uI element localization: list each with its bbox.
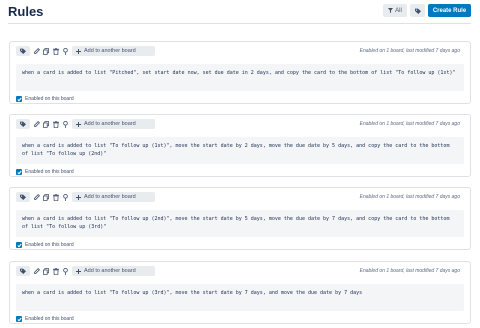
rule-tag-button[interactable] [16,119,30,129]
plus-icon [76,268,81,274]
pin-icon[interactable] [62,267,69,275]
rule-tag-button[interactable] [16,192,30,202]
enabled-label: Enabled on this board [25,316,74,322]
rule-meta: Enabled on 1 board, last modified 7 days… [359,121,460,127]
add-to-board-label: Add to another board [84,268,136,274]
check-icon [16,170,22,175]
rule-meta: Enabled on 1 board, last modified 7 days… [359,194,460,200]
rule-card-3: Add to another board Enabled on 1 board,… [9,187,471,250]
page-title: Rules [8,4,44,19]
plus-icon [76,194,81,200]
plus-icon [76,121,81,127]
filter-icon [388,8,394,13]
rule-card-1: Add to another board Enabled on 1 board,… [9,41,471,104]
enabled-toggle[interactable]: Enabled on this board [16,241,74,249]
rule-description: when a card is added to list "To follow … [16,284,464,311]
enabled-label: Enabled on this board [25,242,74,248]
enabled-label: Enabled on this board [25,96,74,102]
enabled-label: Enabled on this board [25,169,74,175]
copy-icon[interactable] [42,47,49,55]
check-icon [16,243,22,248]
rule-toolbar: Add to another board Enabled on 1 board,… [10,188,470,204]
rule-meta: Enabled on 1 board, last modified 7 days… [359,48,460,54]
add-to-board-label: Add to another board [84,48,136,54]
header-divider [8,23,471,24]
edit-icon[interactable] [33,193,40,201]
rule-toolbar: Add to another board Enabled on 1 board,… [10,262,470,278]
enabled-checkbox[interactable] [16,316,22,322]
enabled-toggle[interactable]: Enabled on this board [16,95,74,103]
delete-icon[interactable] [52,193,59,201]
edit-icon[interactable] [33,267,40,275]
tag-icon [20,194,26,200]
pin-icon[interactable] [62,47,69,55]
pin-icon[interactable] [62,193,69,201]
add-to-board-button[interactable]: Add to another board [72,266,155,276]
tag-icon [20,48,26,54]
delete-icon[interactable] [52,267,59,275]
enabled-toggle[interactable]: Enabled on this board [16,168,74,176]
add-to-board-label: Add to another board [84,194,136,200]
copy-icon[interactable] [42,120,49,128]
rule-tag-button[interactable] [16,46,30,56]
copy-icon[interactable] [42,193,49,201]
add-to-board-button[interactable]: Add to another board [72,119,155,129]
tag-icon [20,121,26,127]
tag-icon [414,8,421,14]
rule-description: when a card is added to list "To follow … [16,210,464,237]
rule-card-2: Add to another board Enabled on 1 board,… [9,114,471,177]
edit-icon[interactable] [33,47,40,55]
rule-toolbar: Add to another board Enabled on 1 board,… [10,42,470,58]
rule-tag-button[interactable] [16,266,30,276]
delete-icon[interactable] [52,47,59,55]
delete-icon[interactable] [52,120,59,128]
edit-icon[interactable] [33,120,40,128]
tag-icon [20,268,26,274]
rule-toolbar: Add to another board Enabled on 1 board,… [10,115,470,131]
check-icon [16,97,22,102]
rule-card-4: Add to another board Enabled on 1 board,… [9,261,471,324]
rule-description: when a card is added to list "To follow … [16,137,464,164]
enabled-checkbox[interactable] [16,242,22,248]
copy-icon[interactable] [42,267,49,275]
header-bar: Rules All Create Rule [0,0,480,24]
check-icon [16,317,22,322]
add-to-board-button[interactable]: Add to another board [72,46,155,56]
enabled-checkbox[interactable] [16,96,22,102]
enabled-checkbox[interactable] [16,169,22,175]
add-to-board-label: Add to another board [84,121,136,127]
filter-all-label: All [395,7,402,14]
add-to-board-button[interactable]: Add to another board [72,192,155,202]
tag-filter-button[interactable] [410,4,425,17]
create-rule-button[interactable]: Create Rule [428,4,471,17]
plus-icon [76,48,81,54]
filter-all-button[interactable]: All [383,4,407,17]
pin-icon[interactable] [62,120,69,128]
rule-meta: Enabled on 1 board, last modified 7 days… [359,268,460,274]
rule-description: when a card is added to list "Pitched", … [16,64,464,91]
enabled-toggle[interactable]: Enabled on this board [16,315,74,323]
